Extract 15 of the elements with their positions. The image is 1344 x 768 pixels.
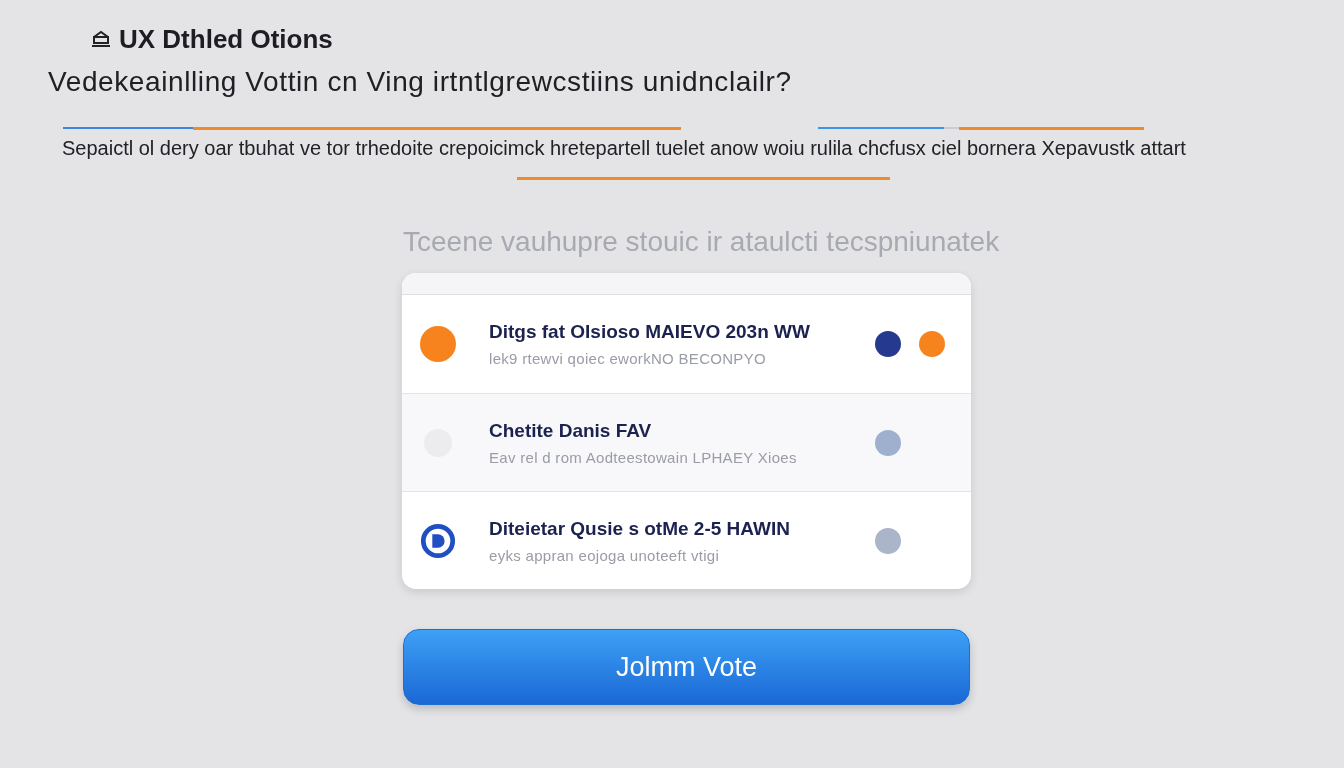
vote-button[interactable]: Jolmm Vote [403, 629, 970, 705]
house-icon [91, 30, 111, 48]
heading: Vedekeainlling Vottin cn Ving irtntlgrewcstiins unidnclailr? [48, 66, 792, 98]
option-title: Chetite Danis FAV [489, 418, 652, 442]
option-title: Ditgs fat OIsioso MAIEVO 203n WW [489, 320, 810, 343]
option-subtitle: lek9 rtewvi qoiec eworkNO BECONPYO [489, 349, 766, 368]
option-subtitle: Eav rel d rom Aodteestowain LPHAEY Xioes [489, 447, 797, 467]
hint-text: Tceene vauhupre stouic ir ataulcti tecspniunatek [403, 226, 1000, 258]
option-row[interactable]: Ditgs fat OIsioso MAIEVO 203n WW lek9 rtewvi qoiec eworkNO BECONPYO [402, 295, 971, 393]
app-title: UX Dthled Otions [119, 25, 333, 53]
description: Sepaictl ol dery oar tbuhat ve tor trhedoite crepoicimck hretepartell tuelet anow woiu rulila chcfusx ciel bornera Xepavustk attart [62, 136, 1186, 160]
option-title: Diteietar Qusie s otMe 2-5 HAWIN [489, 516, 790, 540]
option-row[interactable]: Diteietar Qusie s otMe 2-5 HAWIN eyks appran eojoga unoteeft vtigi [402, 491, 971, 589]
option-subtitle: eyks appran eojoga unoteeft vtigi [489, 545, 720, 565]
option-row[interactable]: Chetite Danis FAV Eav rel d rom Aodteestowain LPHAEY Xioes [402, 393, 971, 491]
